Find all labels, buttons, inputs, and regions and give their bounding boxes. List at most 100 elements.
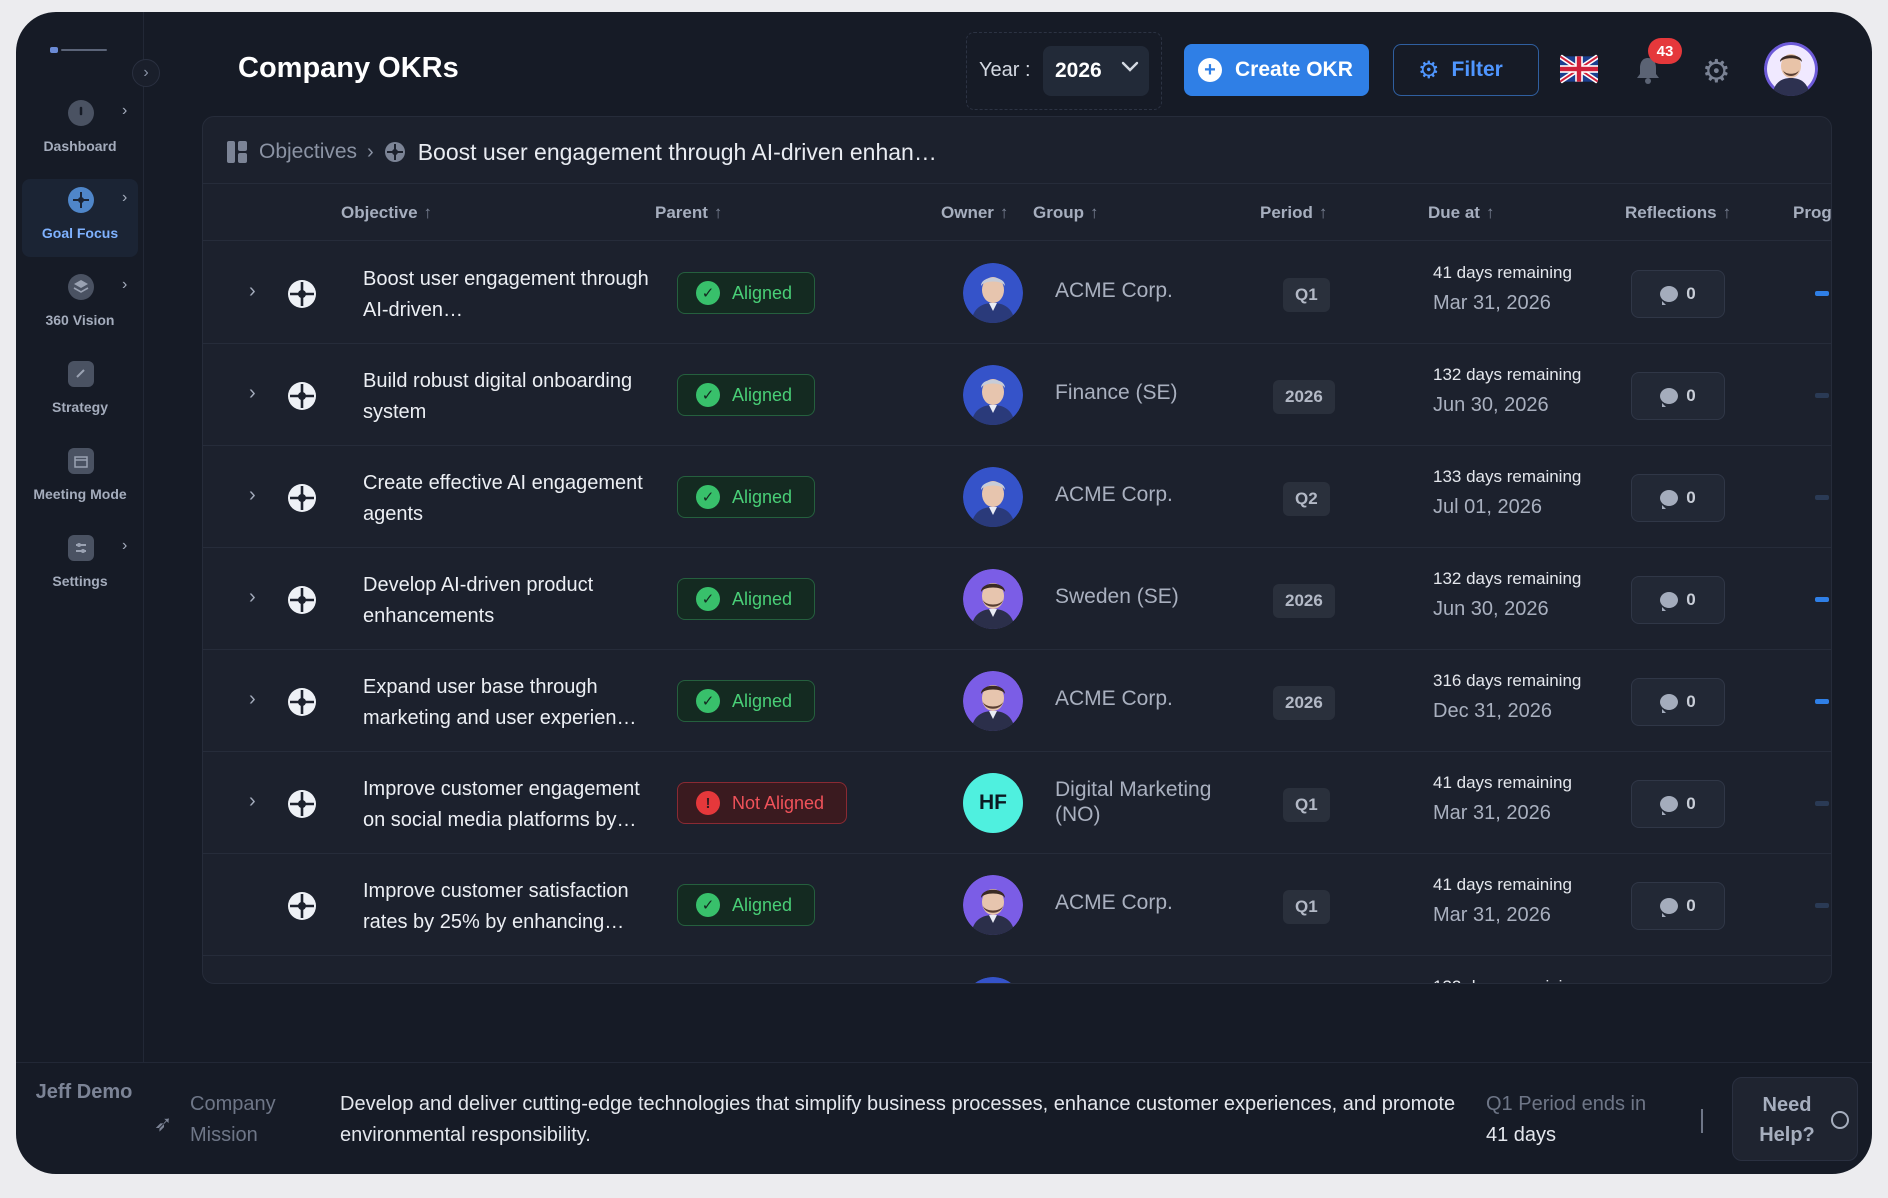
mission-label: Company Mission (190, 1093, 276, 1146)
expand-chevron-icon[interactable]: › (249, 280, 256, 303)
reflections-count: 0 (1686, 590, 1696, 609)
owner-avatar[interactable] (963, 671, 1023, 731)
footer: Jeff Demo ➶ Company Mission Develop and … (16, 1062, 1872, 1174)
reflections-button[interactable]: 0 (1631, 576, 1725, 624)
settings-icon (68, 535, 94, 561)
sidebar-item-meeting-mode[interactable]: Meeting Mode (22, 440, 138, 518)
sidebar-item-dashboard[interactable]: Dashboard › (22, 92, 138, 170)
sidebar-item-strategy[interactable]: Strategy (22, 353, 138, 431)
owner-avatar[interactable] (963, 977, 1023, 983)
owner-avatar[interactable] (963, 875, 1023, 935)
table-row[interactable]: Improve customer satisfaction rates by 2… (203, 854, 1831, 956)
layers-icon (68, 274, 94, 300)
gauge-icon (68, 100, 94, 126)
column-group[interactable]: Group ↑ (1033, 203, 1099, 223)
table-row[interactable]: › Boost user engagement through AI-driven… (203, 242, 1831, 344)
table-row[interactable]: Increase customer satisfaction✓Aligned13… (203, 956, 1831, 983)
user-name[interactable]: Jeff Demo (30, 1081, 138, 1104)
reflections-count: 0 (1686, 794, 1696, 813)
reflections-button[interactable]: 0 (1631, 780, 1725, 828)
expand-chevron-icon[interactable]: › (249, 790, 256, 813)
table-row[interactable]: › Develop AI-driven product enhancements ✓… (203, 548, 1831, 650)
group-name: ACME Corp. (1055, 279, 1173, 302)
period-badge: 2026 (1273, 584, 1335, 618)
expand-chevron-icon[interactable]: › (249, 586, 256, 609)
column-progress[interactable]: Prog (1793, 203, 1831, 223)
chevron-right-icon: › (122, 189, 128, 206)
alignment-badge[interactable]: ✓ Aligned (677, 476, 816, 518)
expand-chevron-icon[interactable]: › (249, 688, 256, 711)
reflections-button[interactable]: 0 (1631, 882, 1725, 930)
app-logo[interactable] (50, 46, 108, 54)
objective-target-icon (287, 381, 317, 411)
comment-icon (1660, 286, 1679, 305)
reflections-button[interactable]: 0 (1631, 474, 1725, 522)
table-row[interactable]: › Create effective AI engagement agents ✓ A… (203, 446, 1831, 548)
column-parent[interactable]: Parent ↑ (655, 203, 722, 223)
days-remaining: 133 days remaining (1433, 467, 1582, 486)
period-badge: 2026 (1273, 686, 1335, 720)
owner-avatar[interactable]: HF (963, 773, 1023, 833)
column-objective[interactable]: Objective ↑ (341, 203, 432, 223)
owner-avatar[interactable] (963, 467, 1023, 527)
objective-title[interactable]: Improve customer engagement on social me… (363, 774, 663, 836)
objective-target-icon (287, 483, 317, 513)
year-select[interactable]: 2026 (1043, 46, 1149, 96)
column-period[interactable]: Period ↑ (1260, 203, 1327, 223)
objective-title[interactable]: Improve customer satisfaction rates by 2… (363, 876, 663, 938)
alignment-badge[interactable]: ✓ Aligned (677, 884, 816, 926)
objective-target-icon (287, 687, 317, 717)
reflections-count: 0 (1686, 386, 1696, 405)
alignment-badge[interactable]: ! Not Aligned (677, 782, 848, 824)
alignment-badge[interactable]: ✓ Aligned (677, 578, 816, 620)
create-okr-button[interactable]: + Create OKR (1184, 44, 1369, 96)
sidebar-item-360-vision[interactable]: 360 Vision › (22, 266, 138, 344)
reflections-button[interactable]: 0 (1631, 270, 1725, 318)
objective-title[interactable]: Expand user base through marketing and u… (363, 672, 663, 734)
filter-button[interactable]: ⚙ Filter (1393, 44, 1539, 96)
table-row[interactable]: › Expand user base through marketing and … (203, 650, 1831, 752)
table-row[interactable]: › Improve customer engagement on social m… (203, 752, 1831, 854)
uk-flag-icon[interactable] (1560, 54, 1598, 84)
objective-target-icon (287, 789, 317, 819)
avatar[interactable] (1764, 42, 1818, 96)
objective-title[interactable]: Build robust digital onboarding system (363, 366, 663, 428)
reflections-button[interactable]: 0 (1631, 678, 1725, 726)
sort-arrow-icon: ↑ (1722, 203, 1732, 222)
objective-target-icon (287, 279, 317, 309)
strategy-icon (68, 361, 94, 387)
grid-icon (227, 141, 247, 163)
table-header: Objective ↑ Parent ↑ Owner ↑ Group ↑ Period ↑… (203, 183, 1831, 241)
group-name: ACME Corp. (1055, 483, 1173, 506)
calendar-icon (68, 448, 94, 474)
period-label: Q1 Period ends in (1486, 1093, 1647, 1115)
objective-title[interactable]: Boost user engagement through AI-driven… (363, 264, 663, 326)
column-due-at[interactable]: Due at ↑ (1428, 203, 1494, 223)
filter-label: Filter (1451, 58, 1503, 81)
table-row[interactable]: › Build robust digital onboarding system ✓… (203, 344, 1831, 446)
column-owner[interactable]: Owner ↑ (941, 203, 1008, 223)
owner-avatar[interactable] (963, 569, 1023, 629)
owner-avatar[interactable] (963, 263, 1023, 323)
progress-bar (1815, 903, 1829, 908)
owner-avatar[interactable] (963, 365, 1023, 425)
column-reflections[interactable]: Reflections ↑ (1625, 203, 1731, 223)
need-help-button[interactable]: Need Help? (1732, 1077, 1858, 1161)
objective-title[interactable]: Create effective AI engagement agents (363, 468, 663, 530)
expand-chevron-icon[interactable]: › (249, 382, 256, 405)
sidebar-item-goal-focus[interactable]: Goal Focus › (22, 179, 138, 257)
alignment-label: Aligned (732, 588, 793, 609)
gear-icon[interactable]: ⚙ (1702, 52, 1731, 90)
reflections-button[interactable]: 0 (1631, 372, 1725, 420)
objective-title[interactable]: Increase customer satisfaction (363, 978, 663, 983)
progress-bar (1815, 801, 1829, 806)
alignment-badge[interactable]: ✓ Aligned (677, 680, 816, 722)
check-circle-icon: ✓ (696, 893, 720, 917)
alignment-badge[interactable]: ✓ Aligned (677, 374, 816, 416)
sidebar-collapse-button[interactable]: › (132, 59, 160, 87)
alignment-badge[interactable]: ✓ Aligned (677, 272, 816, 314)
breadcrumb-objectives[interactable]: Objectives (259, 140, 357, 164)
sidebar-item-settings[interactable]: Settings › (22, 527, 138, 605)
objective-title[interactable]: Develop AI-driven product enhancements (363, 570, 663, 632)
expand-chevron-icon[interactable]: › (249, 484, 256, 507)
